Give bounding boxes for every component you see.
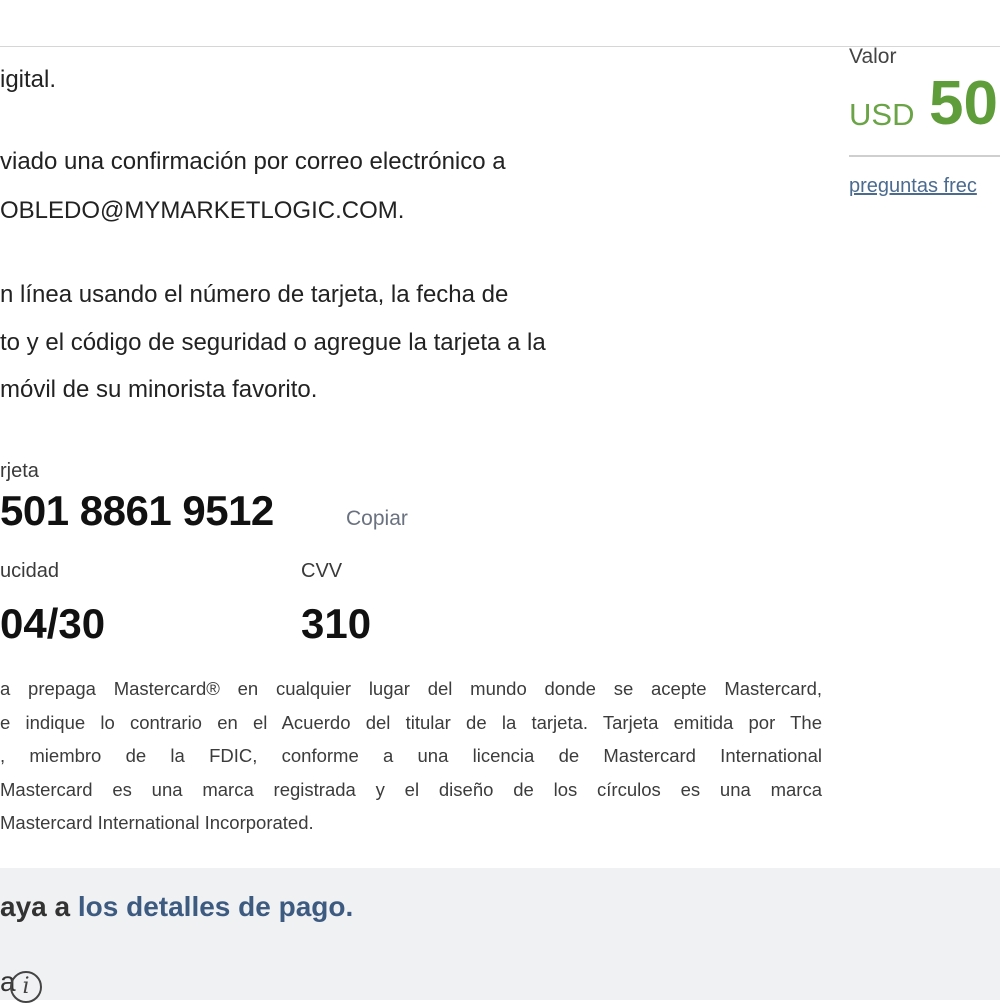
legal-line: a prepaga Mastercard® en cualquier lugar… (0, 678, 822, 699)
confirmation-email: OBLEDO@MYMARKETLOGIC.COM. (0, 197, 405, 224)
payment-details-text: aya a los detalles de pago. (0, 891, 353, 923)
legal-line: , miembro de la FDIC, conforme a una lic… (0, 745, 822, 766)
faq-link[interactable]: preguntas frec (849, 175, 977, 198)
value-label: Valor (849, 45, 897, 68)
card-number-label: rjeta (0, 460, 39, 482)
legal-disclaimer: a prepaga Mastercard® en cualquier lugar… (0, 672, 822, 840)
usage-text-line-2: to y el código de seguridad o agregue la… (0, 329, 546, 356)
usage-text-line-1: n línea usando el número de tarjeta, la … (0, 281, 509, 308)
card-amount: 50 (929, 69, 998, 138)
cvv-value: 310 (301, 600, 372, 647)
cvv-label: CVV (301, 560, 343, 582)
info-icon[interactable]: i (10, 971, 42, 1003)
legal-line: Mastercard International Incorporated. (0, 812, 314, 833)
expiry-label: ucidad (0, 560, 59, 582)
gift-card-details: igital. viado una confirmación por corre… (0, 0, 830, 868)
usage-text-line-3: móvil de su minorista favorito. (0, 376, 318, 403)
legal-line: Mastercard es una marca registrada y el … (0, 778, 822, 800)
payment-details-banner: aya a los detalles de pago. a i (0, 868, 1000, 1003)
value-sidebar: Valor USD 50 preguntas frec (849, 0, 1000, 868)
sidebar-divider (849, 155, 1000, 157)
legal-line: e indique lo contrario en el Acuerdo del… (0, 711, 822, 733)
intro-text: igital. (0, 66, 57, 93)
confirmation-text-line-1: viado una confirmación por correo electr… (0, 148, 506, 175)
card-number: 501 8861 9512 (0, 487, 274, 534)
currency-code: USD (849, 97, 915, 132)
payment-details-link[interactable]: los detalles de pago. (78, 891, 353, 922)
copy-card-number-button[interactable]: Copiar (346, 507, 408, 531)
payment-details-prefix: aya a (0, 891, 78, 922)
expiry-value: 04/30 (0, 600, 106, 647)
